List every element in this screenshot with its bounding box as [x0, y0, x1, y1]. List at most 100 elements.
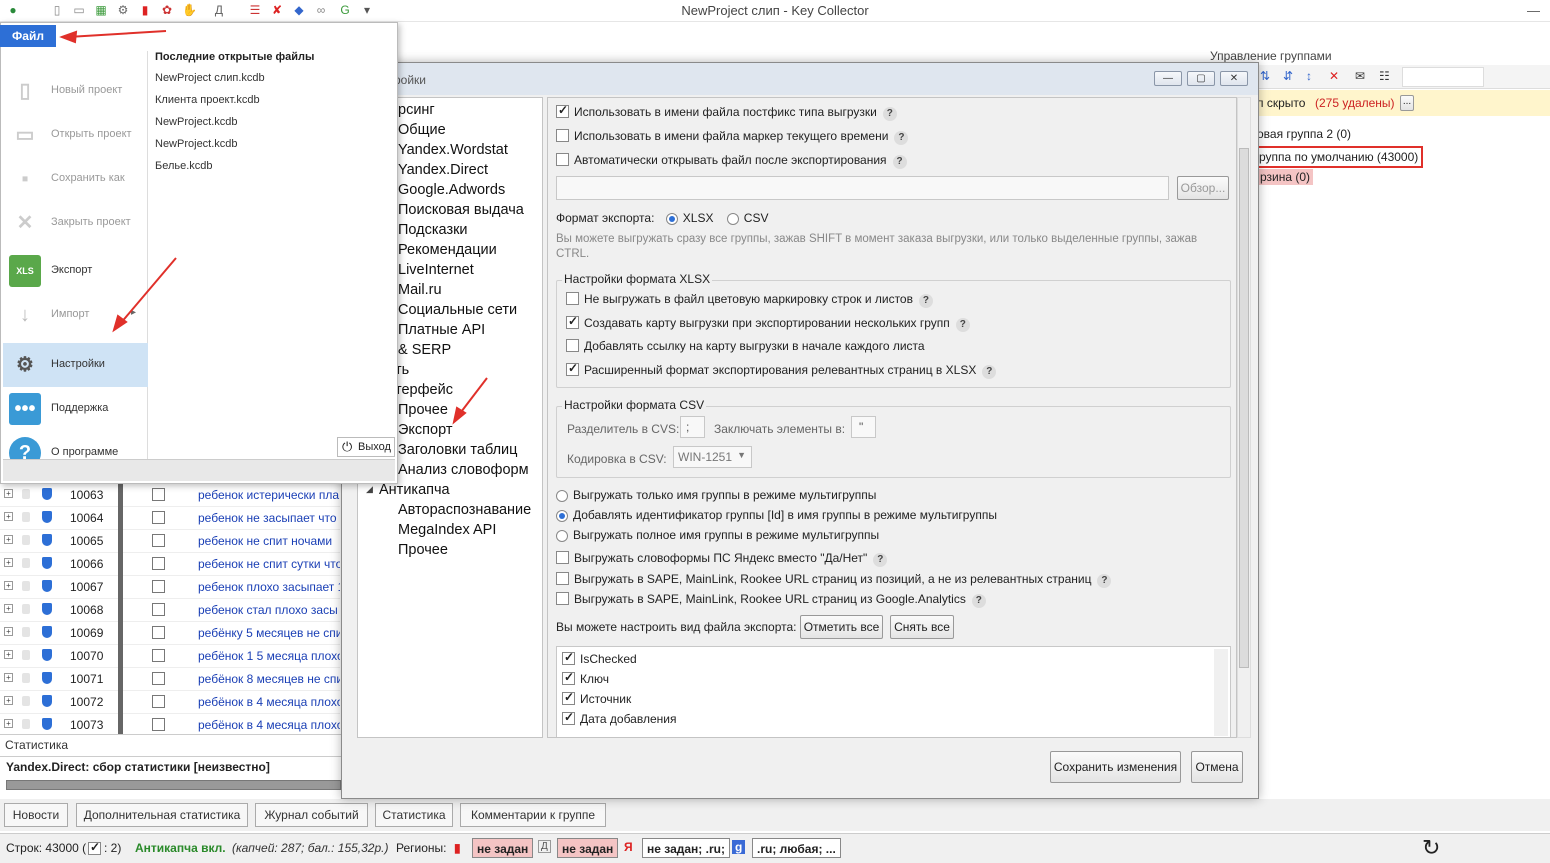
row-keyword[interactable]: ребёнок в 4 месяца плохо [198, 718, 340, 732]
lock-icon[interactable] [22, 627, 30, 637]
excel-icon[interactable]: ▦ [94, 3, 108, 17]
exit-button[interactable]: ⏻ Выход [337, 437, 395, 457]
row-checkbox[interactable] [152, 511, 165, 524]
open-folder-icon[interactable]: ▭ [72, 3, 86, 17]
opt-wordforms-checkbox[interactable] [556, 551, 569, 565]
scrollbar-thumb[interactable] [1239, 148, 1249, 668]
region-yandex[interactable]: не задан; .ru; [642, 838, 730, 858]
opt-sape1[interactable]: Выгружать в SAPE, MainLink, Rookee URL с… [556, 572, 1112, 588]
column-item[interactable]: Дата добавления [562, 710, 676, 726]
file-menu-item[interactable]: ↓ Импорт ▸ [3, 293, 148, 337]
tree-expand-icon[interactable]: ◢ [366, 484, 373, 495]
table-row[interactable]: +10063 ребенок истерически пла [0, 484, 340, 507]
browse-button[interactable]: Обзор... [1177, 176, 1229, 200]
lock-icon[interactable] [22, 512, 30, 522]
recent-file[interactable]: NewProject.kcdb [155, 116, 314, 138]
opt-wordforms[interactable]: Выгружать словоформы ПС Яндекс вместо "Д… [556, 551, 888, 567]
expand-icon[interactable]: + [4, 581, 13, 590]
expand-icon[interactable]: + [4, 719, 13, 728]
file-menu-item[interactable]: ▪ Сохранить как [3, 157, 148, 201]
opt-sape1-checkbox[interactable] [556, 572, 569, 586]
tree-node[interactable]: Прочее [398, 540, 448, 560]
table-row[interactable]: +10070 ребёнок 1 5 месяца плохо [0, 645, 340, 668]
column-checkbox[interactable] [562, 690, 575, 706]
expand-icon[interactable]: + [4, 696, 13, 705]
file-tab[interactable]: Файл [0, 25, 56, 47]
column-checkbox[interactable] [562, 710, 575, 726]
format-csv-radio[interactable] [726, 212, 739, 225]
tab-event-log[interactable]: Журнал событий [255, 803, 368, 827]
tree-node[interactable]: Mail.ru [398, 280, 442, 300]
radio1[interactable] [556, 489, 568, 502]
row-checkbox[interactable] [152, 649, 165, 662]
mark-all-button[interactable]: Отметить все [800, 615, 883, 639]
expand-icon[interactable]: + [4, 650, 13, 659]
sort-desc-icon[interactable]: ⇵ [1283, 69, 1293, 83]
cancel-button[interactable]: Отмена [1191, 751, 1243, 783]
csv-enc-select[interactable]: WIN-1251 ▼ [673, 446, 752, 468]
row-checkbox[interactable] [152, 718, 165, 731]
new-file-icon[interactable]: ▯ [50, 3, 64, 17]
hidden-more-button[interactable]: ... [1400, 95, 1414, 111]
file-menu-item[interactable]: XLS Экспорт [3, 249, 148, 293]
radio1-row[interactable]: Выгружать только имя группы в режиме мул… [556, 488, 876, 502]
sort-icon[interactable]: ⇅ [1260, 69, 1270, 83]
tree-node[interactable]: Общие [398, 120, 446, 140]
lock-icon[interactable] [22, 558, 30, 568]
row-checkbox[interactable] [152, 603, 165, 616]
tab-extra-stats[interactable]: Дополнительная статистика [76, 803, 248, 827]
file-menu-item[interactable]: ⚙ Настройки [3, 343, 148, 387]
tree-node[interactable]: Google.Adwords [398, 180, 505, 200]
group-item-trash[interactable]: рзина (0) [1257, 169, 1314, 185]
file-menu-item[interactable]: ••• Поддержка [3, 387, 148, 431]
tree-node[interactable]: Экспорт [398, 420, 452, 440]
format-xlsx-radio[interactable] [665, 212, 678, 225]
row-checkbox[interactable] [152, 695, 165, 708]
tree-node[interactable]: Рекомендации [398, 240, 497, 260]
tree-node[interactable]: Автораспознавание [398, 500, 531, 520]
columns-scrollbar[interactable] [1214, 649, 1228, 736]
tree-node[interactable]: Заголовки таблиц [398, 440, 517, 460]
help-icon[interactable]: ? [955, 318, 970, 332]
row-checkbox[interactable] [152, 534, 165, 547]
table-row[interactable]: +10067 ребенок плохо засыпает 1 [0, 576, 340, 599]
row-checkbox[interactable] [152, 672, 165, 685]
column-item[interactable]: Ключ [562, 670, 609, 686]
mail-icon[interactable]: ✉ [1355, 69, 1365, 83]
xlsx-opt1-checkbox[interactable] [566, 292, 579, 306]
lock-icon[interactable] [22, 650, 30, 660]
xlsx-opt2[interactable]: Создавать карту выгрузки при экспортиров… [566, 314, 970, 332]
tree-node[interactable]: Прочее [398, 400, 448, 420]
row-keyword[interactable]: ребёнок в 4 месяца плохо [198, 695, 340, 709]
table-row[interactable]: +10066 ребенок не спит сутки что [0, 553, 340, 576]
help-icon[interactable]: ? [882, 107, 897, 121]
table-row[interactable]: +10065 ребенок не спит ночами [0, 530, 340, 553]
direct-icon[interactable]: Д [212, 3, 226, 17]
xlsx-opt4-checkbox[interactable] [566, 361, 579, 377]
radio3-row[interactable]: Выгружать полное имя группы в режиме мул… [556, 528, 879, 542]
row-keyword[interactable]: ребенок плохо засыпает 1 [198, 580, 340, 594]
row-keyword[interactable]: ребенок истерически пла [198, 488, 340, 502]
row-checkbox[interactable] [152, 557, 165, 570]
tree-node[interactable]: Социальные сети [398, 300, 517, 320]
tree-node[interactable]: терфейс [395, 380, 453, 400]
recent-file[interactable]: NewProject.kcdb [155, 138, 314, 160]
column-item[interactable]: Источник [562, 690, 631, 706]
tree-node[interactable]: Yandex.Direct [398, 160, 488, 180]
opt-sape2[interactable]: Выгружать в SAPE, MainLink, Rookee URL с… [556, 592, 986, 608]
file-menu-item[interactable]: ▯ Новый проект [3, 69, 148, 113]
xlsx-opt3-checkbox[interactable] [566, 339, 579, 353]
tree-node[interactable]: LiveInternet [398, 260, 474, 280]
hand-icon[interactable]: ✋ [182, 3, 197, 17]
tree-node[interactable]: Yandex.Wordstat [398, 140, 508, 160]
opt-postfix[interactable]: Использовать в имени файла постфикс типа… [556, 103, 897, 121]
tree-node[interactable]: Подсказки [398, 220, 468, 240]
expand-icon[interactable]: + [4, 673, 13, 682]
row-checkbox[interactable] [152, 488, 165, 501]
table-row[interactable]: +10072 ребёнок в 4 месяца плохо [0, 691, 340, 714]
tab-statistics[interactable]: Статистика [375, 803, 453, 827]
recent-file[interactable]: Клиента проект.kcdb [155, 94, 314, 116]
row-keyword[interactable]: ребёнок 1 5 месяца плохо [198, 649, 340, 663]
dialog-minimize-button[interactable]: — [1154, 71, 1182, 86]
xlsx-opt3[interactable]: Добавлять ссылку на карту выгрузки в нач… [566, 339, 925, 353]
